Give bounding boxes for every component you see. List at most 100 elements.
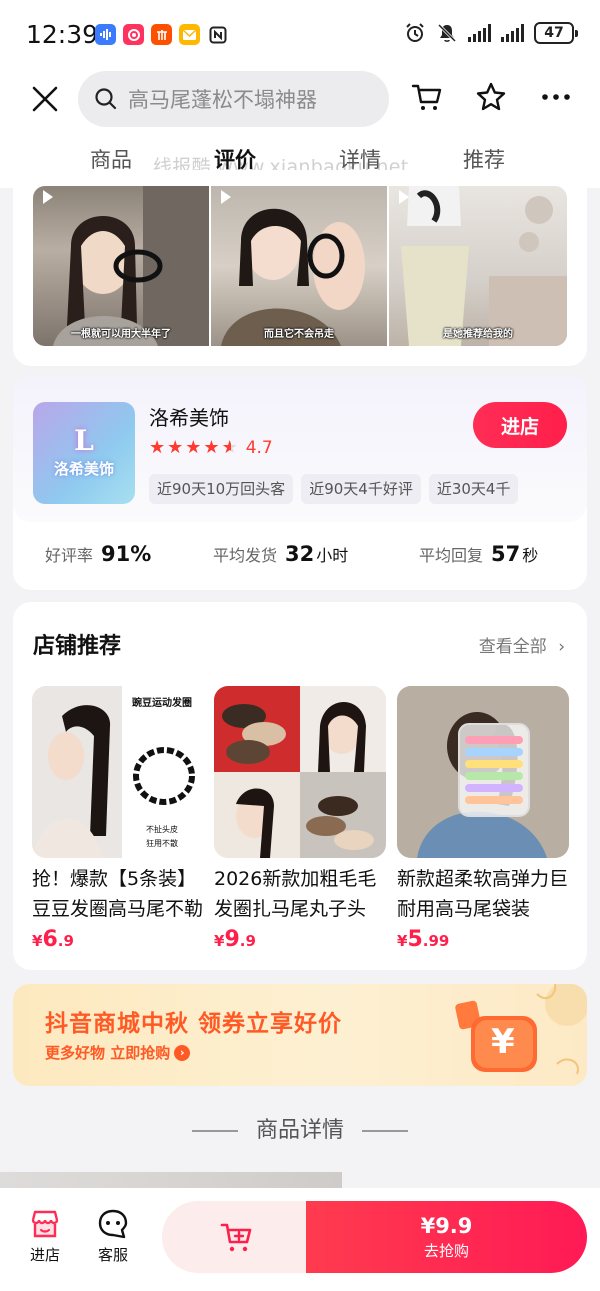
stat-unit: 秒 [522, 546, 539, 565]
product-image: 豌豆运动发圈 不扯头皮 狂用不散 [32, 686, 204, 858]
section-title: 店铺推荐 [33, 634, 122, 659]
shop-tag: 近30天4千 [428, 474, 519, 504]
product-card[interactable]: 2026新款加粗毛毛发圈扎马尾丸子头 ¥9.9 [214, 686, 386, 952]
price-dec: .9 [57, 932, 74, 950]
promo-banner[interactable]: 抖音商城中秋 领券立享好价 更多好物 立即抢购 › ¥ [13, 984, 587, 1086]
review-video-strip: 一根就可以用大半年了 而且它不会吊走 是她推荐给我的 [13, 170, 587, 366]
favorite-star-icon[interactable] [475, 81, 507, 113]
search-input[interactable]: 高马尾蓬松不塌神器 [78, 71, 389, 127]
coin-symbol: ¥ [491, 1022, 515, 1062]
voice-app-icon [95, 24, 116, 45]
price-dec: .99 [422, 932, 450, 950]
star-icon: ★ [185, 437, 202, 458]
view-all-label: 查看全部 [478, 637, 547, 657]
bottom-action-bar: 进店 客服 ¥9.9 去抢购 [0, 1188, 600, 1291]
product-card[interactable]: 豌豆运动发圈 不扯头皮 狂用不散 抢！爆款【5条装】豆豆发圈高马尾不勒头 ¥6.… [32, 686, 204, 952]
shop-logo[interactable]: L 洛希美饰 [33, 402, 135, 504]
shop-stats: 好评率 91% 平均发货 32 小时 平均回复 57 秒 [13, 522, 587, 590]
product-image-tag: 狂用不散 [146, 839, 178, 848]
video-caption: 一根就可以用大半年了 [71, 329, 171, 340]
price-int: 9 [224, 927, 240, 952]
enter-shop-tab[interactable]: 进店 [29, 1208, 61, 1265]
shop-rating: ★ ★ ★ ★ ★ 4.7 [149, 438, 273, 458]
coupon-coin-icon: ¥ [453, 998, 545, 1076]
review-video[interactable]: 而且它不会吊走 [211, 186, 387, 346]
status-app-icons [95, 24, 228, 45]
product-image [397, 686, 569, 858]
buy-now-button[interactable]: ¥9.9 去抢购 [306, 1201, 587, 1273]
mute-icon [437, 23, 457, 43]
stat-value: 91% [101, 542, 152, 566]
price-symbol: ¥ [32, 932, 43, 950]
price-dec: .9 [239, 932, 256, 950]
stat-positive-rate: 好评率 91% [45, 542, 151, 566]
enter-shop-button[interactable]: 进店 [473, 402, 567, 448]
star-icon: ★ [203, 437, 220, 458]
buy-price: ¥9.9 [420, 1213, 473, 1238]
video-caption: 而且它不会吊走 [264, 329, 334, 340]
shop-tag: 近90天4千好评 [301, 474, 421, 504]
cart-icon[interactable] [411, 81, 443, 113]
review-video[interactable]: 一根就可以用大半年了 [33, 186, 209, 346]
promo-title: 抖音商城中秋 领券立享好价 [45, 1011, 343, 1037]
mail-app-icon [179, 24, 200, 45]
search-icon [95, 88, 117, 110]
product-name: 2026新款加粗毛毛发圈扎马尾丸子头 [214, 868, 377, 920]
shop-icon [31, 1210, 59, 1238]
product-name: 抢！爆款【5条装】豆豆发圈高马尾不勒头 [32, 868, 204, 920]
half-star-icon: ★ [221, 437, 238, 458]
add-to-cart-button[interactable] [162, 1201, 312, 1273]
play-icon [221, 190, 231, 204]
stat-unit: 小时 [316, 546, 349, 565]
stat-shipping-time: 平均发货 32 小时 [213, 542, 348, 566]
product-image-label: 豌豆运动发圈 [132, 698, 192, 709]
signal-icon-2 [501, 24, 524, 42]
price-symbol: ¥ [214, 932, 225, 950]
product-card[interactable]: 新款超柔软高弹力巨耐用高马尾袋装 ¥5.99 [397, 686, 569, 952]
status-time: 12:39 [26, 20, 99, 49]
promo-subtitle: 更多好物 立即抢购 › [45, 1042, 191, 1063]
detail-section-header: 商品详情 [0, 1112, 600, 1144]
search-query-text: 高马尾蓬松不塌神器 [128, 88, 317, 112]
alarm-icon [406, 23, 424, 42]
detail-title: 商品详情 [255, 1118, 344, 1143]
divider [191, 1130, 238, 1132]
taobao-app-icon [151, 24, 172, 45]
stat-label: 平均发货 [213, 546, 278, 565]
enter-shop-label: 进店 [29, 1246, 60, 1264]
close-icon[interactable] [30, 84, 60, 114]
shop-info: L 洛希美饰 洛希美饰 ★ ★ ★ ★ ★ 4.7 进店 近90天10万回头客近… [13, 376, 587, 522]
shop-card: L 洛希美饰 洛希美饰 ★ ★ ★ ★ ★ 4.7 进店 近90天10万回头客近… [13, 376, 587, 590]
customer-service-tab[interactable]: 客服 [97, 1208, 129, 1265]
review-video[interactable]: 是她推荐给我的 [389, 186, 567, 346]
product-photo [397, 686, 569, 858]
divider [362, 1130, 408, 1132]
star-icon: ★ [149, 437, 166, 458]
buy-label: 去抢购 [423, 1241, 469, 1260]
stat-reply-time: 平均回复 57 秒 [419, 542, 538, 566]
product-image-tag: 不扯头皮 [146, 825, 178, 834]
view-all-link[interactable]: 查看全部 › [479, 632, 565, 657]
product-price: ¥6.9 [32, 927, 204, 952]
shop-logo-text: 洛希美饰 [53, 460, 114, 478]
product-name: 新款超柔软高弹力巨耐用高马尾袋装 [397, 868, 569, 920]
nfc-icon [207, 24, 228, 45]
shop-name[interactable]: 洛希美饰 [149, 402, 229, 431]
price-symbol: ¥ [397, 932, 408, 950]
product-price: ¥5.99 [397, 927, 569, 952]
game-app-icon [123, 24, 144, 45]
status-right: 47 [404, 22, 578, 44]
video-thumbnail [53, 186, 209, 346]
store-recommend-section: 店铺推荐 查看全部 › 豌豆运动发圈 不扯头皮 狂用不散 抢！爆款【5条装】豆豆… [13, 602, 587, 970]
video-thumbnail [401, 186, 567, 346]
more-icon[interactable] [540, 81, 572, 113]
video-caption: 是她推荐给我的 [443, 329, 513, 340]
add-cart-icon [220, 1223, 252, 1252]
product-image [214, 686, 386, 858]
customer-service-label: 客服 [97, 1246, 128, 1264]
promo-subtitle-text: 更多好物 立即抢购 [45, 1044, 171, 1062]
stat-label: 好评率 [45, 546, 94, 565]
shop-tag: 近90天10万回头客 [149, 474, 294, 504]
customer-service-icon [98, 1209, 128, 1239]
chevron-right-icon: › [174, 1044, 191, 1061]
